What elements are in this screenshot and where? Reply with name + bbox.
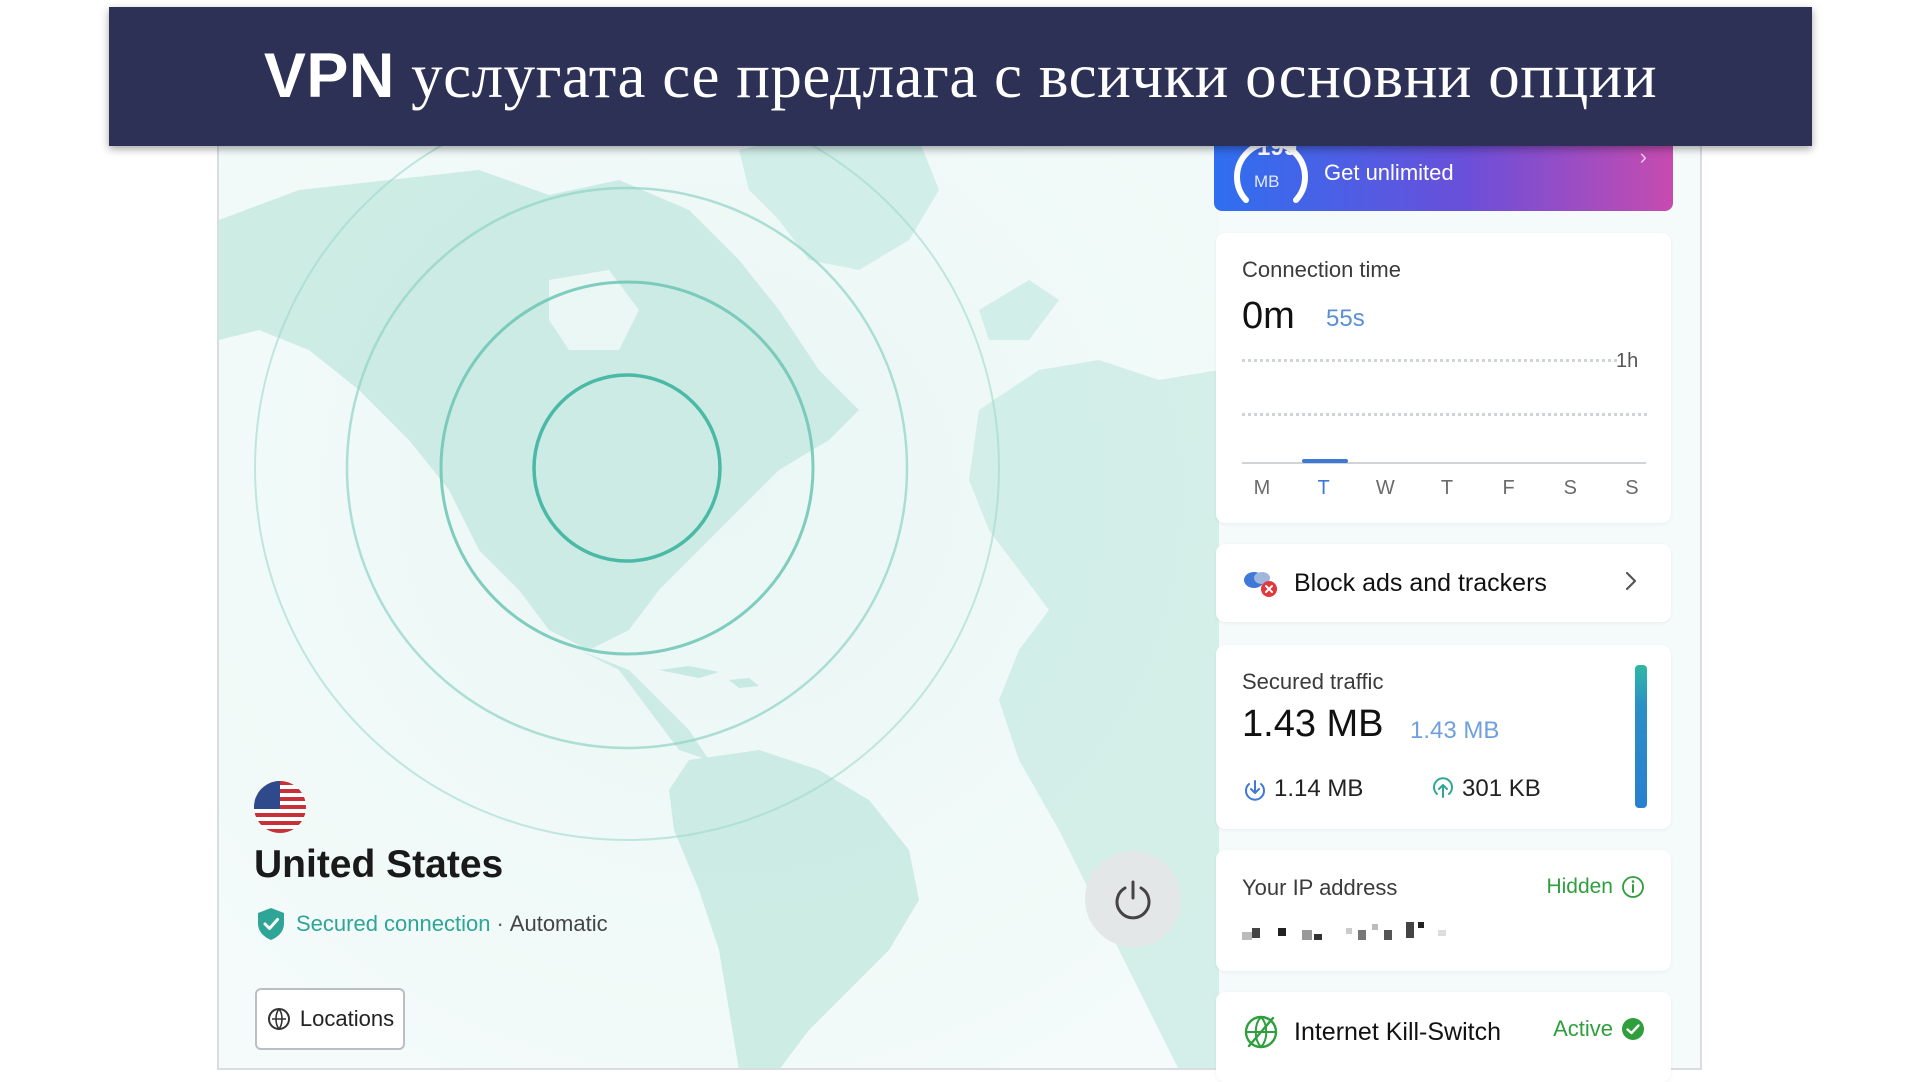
- data-remaining-value: 199: [1257, 146, 1298, 161]
- kill-switch-card[interactable]: Internet Kill-Switch Active: [1216, 992, 1671, 1082]
- check-circle-icon: [1622, 1018, 1644, 1040]
- secured-traffic-sub: 1.43 MB: [1410, 717, 1500, 744]
- block-ads-label: Block ads and trackers: [1294, 568, 1547, 597]
- download-value: 1.14 MB: [1274, 775, 1364, 802]
- kill-switch-status: Active: [1553, 1016, 1645, 1042]
- shield-check-icon: [258, 908, 284, 940]
- day-label: M: [1253, 477, 1271, 499]
- block-ads-card[interactable]: Block ads and trackers: [1216, 544, 1671, 622]
- banner-title: VPN услугата се предлага с всички основн…: [264, 40, 1657, 113]
- globe-shield-icon: [1244, 1015, 1278, 1049]
- ip-status: Hidden: [1546, 875, 1645, 899]
- upload-value: 301 KB: [1462, 775, 1541, 802]
- get-unlimited-link[interactable]: Get unlimited: [1324, 160, 1454, 186]
- banner-title-vpn: VPN: [263, 41, 395, 111]
- ip-address-masked: [1242, 922, 1446, 940]
- chart-today-marker: [1302, 459, 1348, 463]
- ad-block-icon: [1244, 572, 1277, 597]
- locations-button-label: Locations: [299, 1006, 395, 1031]
- kill-switch-label: Internet Kill-Switch: [1294, 1017, 1502, 1046]
- us-flag-icon: [254, 781, 306, 833]
- power-icon: [1115, 880, 1151, 920]
- connection-time-label: Connection time: [1242, 257, 1401, 282]
- secured-status-text: Secured connection: [296, 911, 491, 936]
- data-remaining-unit: MB: [1254, 172, 1280, 191]
- day-label: F: [1502, 477, 1515, 499]
- download-icon: [1245, 780, 1265, 801]
- chart-hour-label: 1h: [1616, 350, 1639, 372]
- connection-status: Secured connection · Automatic: [256, 907, 608, 941]
- upload-stat: 301 KB: [1430, 775, 1541, 803]
- day-label-current: T: [1317, 477, 1330, 499]
- secured-traffic-label: Secured traffic: [1242, 669, 1384, 694]
- title-banner: VPN услугата се предлага с всички основн…: [109, 7, 1812, 146]
- info-icon[interactable]: [1621, 875, 1645, 899]
- connection-time-seconds: 55s: [1326, 305, 1365, 332]
- chart-gridline-top: [1242, 359, 1617, 362]
- globe-icon: [267, 1008, 290, 1030]
- ip-address-card: Your IP address Hidden: [1216, 850, 1671, 971]
- weekday-labels: M T W T F S S: [1242, 477, 1652, 500]
- chart-gridline-mid: [1242, 413, 1647, 416]
- connection-time-minutes: 0m: [1242, 295, 1295, 337]
- day-label: W: [1375, 477, 1395, 499]
- locations-button[interactable]: Locations: [255, 988, 405, 1050]
- ip-address-label: Your IP address: [1242, 875, 1398, 900]
- country-name: United States: [254, 843, 504, 886]
- connection-mode: Automatic: [509, 911, 608, 936]
- banner-title-rest: услугата се предлага с всички основни оп…: [394, 41, 1658, 111]
- day-label: T: [1440, 477, 1454, 499]
- connection-time-card: Connection time 0m 55s 1h M T W T F S S: [1216, 233, 1671, 523]
- secured-traffic-total: 1.43 MB: [1242, 703, 1384, 745]
- upgrade-promo-banner[interactable]: 199 MB Get unlimited ›: [1214, 146, 1673, 211]
- secured-traffic-card: Secured traffic 1.43 MB 1.43 MB 1.14 MB …: [1216, 645, 1671, 829]
- download-stat: 1.14 MB: [1242, 775, 1363, 803]
- power-button[interactable]: [1085, 851, 1181, 947]
- kill-switch-status-text: Active: [1553, 1016, 1613, 1041]
- traffic-level-bar: [1635, 665, 1647, 808]
- day-label: S: [1563, 477, 1577, 499]
- chevron-right-icon: ›: [1639, 146, 1647, 169]
- status-separator: ·: [496, 911, 504, 936]
- chevron-right-icon: [1625, 571, 1637, 591]
- upload-icon: [1433, 777, 1453, 798]
- day-label: S: [1625, 477, 1639, 499]
- ip-status-text: Hidden: [1546, 875, 1613, 898]
